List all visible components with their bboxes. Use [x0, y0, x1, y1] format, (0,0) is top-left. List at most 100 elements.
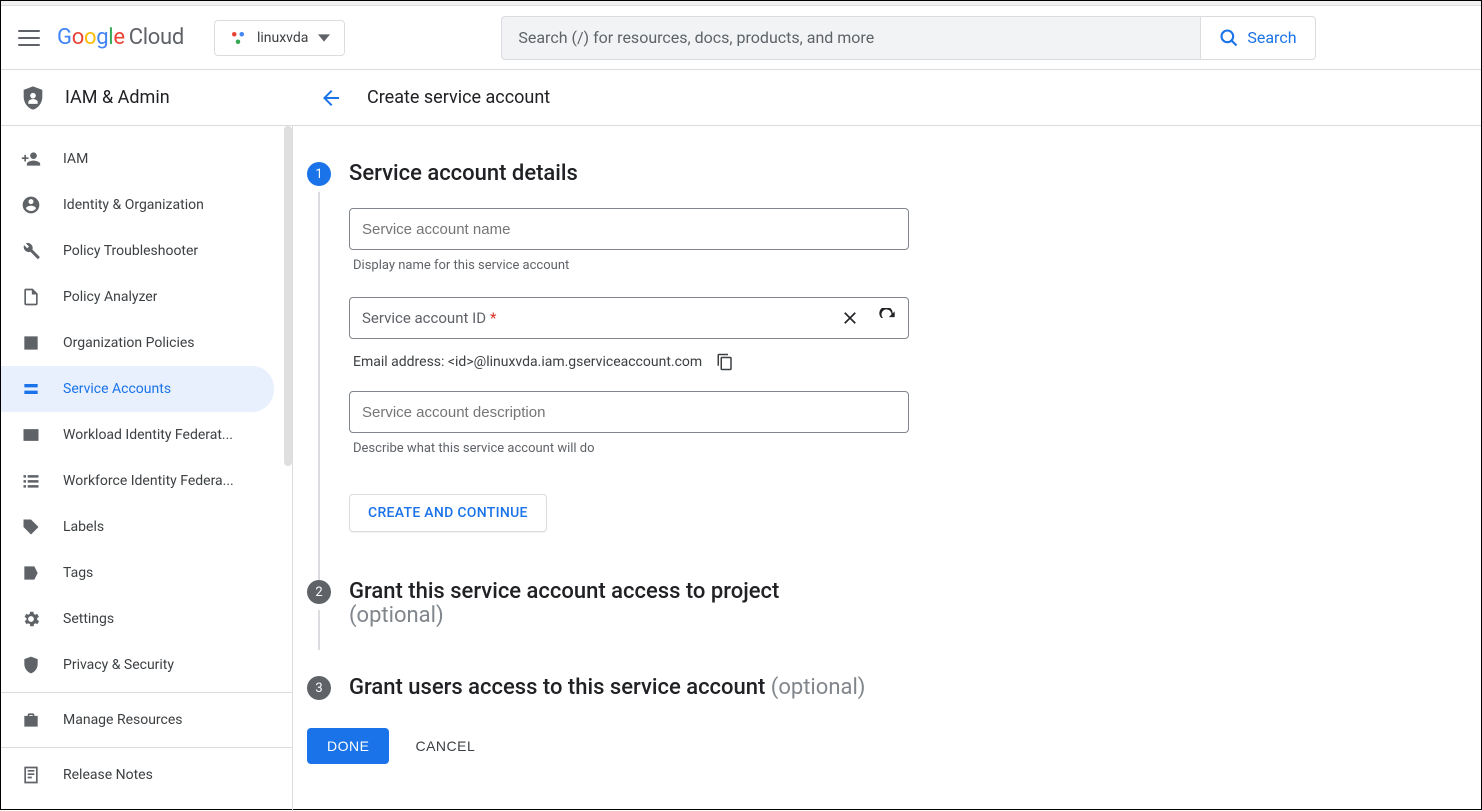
sidebar-item-policy-analyzer[interactable]: Policy Analyzer	[1, 274, 274, 320]
service-account-form: Display name for this service account Se…	[349, 208, 909, 532]
sidebar-item-policy-troubleshooter[interactable]: Policy Troubleshooter	[1, 228, 274, 274]
email-value: <id>@linuxvda.iam.gserviceaccount.com	[448, 354, 702, 370]
email-label: Email address:	[353, 354, 444, 370]
subheader: IAM & Admin Create service account	[1, 70, 1481, 126]
sidebar-item-label: Manage Resources	[63, 712, 183, 728]
search-button-label: Search	[1247, 28, 1296, 47]
done-button[interactable]: DONE	[307, 728, 389, 764]
step-2-title-text: Grant this service account access to pro…	[349, 579, 779, 604]
service-account-description-field[interactable]	[349, 391, 909, 433]
divider	[1, 747, 292, 748]
refresh-icon[interactable]	[878, 308, 898, 328]
sidebar-item-label: Service Accounts	[63, 381, 171, 397]
hamburger-menu-icon[interactable]	[17, 26, 41, 50]
scrollbar[interactable]	[284, 126, 292, 466]
search-button[interactable]: Search	[1201, 16, 1315, 60]
sidebar-item-org-policies[interactable]: Organization Policies	[1, 320, 274, 366]
search-input-box[interactable]: Search (/) for resources, docs, products…	[501, 16, 1201, 60]
service-account-id-field[interactable]: Service account ID*	[349, 297, 909, 339]
sidebar-item-manage-resources[interactable]: Manage Resources	[1, 697, 274, 743]
name-helper-text: Display name for this service account	[353, 258, 905, 273]
section-header: IAM & Admin	[1, 70, 293, 125]
sidebar-item-workforce-identity[interactable]: Workforce Identity Federa...	[1, 458, 274, 504]
step-3-title-text: Grant users access to this service accou…	[349, 675, 765, 700]
person-add-icon	[21, 149, 41, 169]
step-badge-2: 2	[307, 580, 331, 604]
sidebar-list: IAM Identity & Organization Policy Troub…	[1, 126, 292, 798]
service-account-name-field[interactable]	[349, 208, 909, 250]
sidebar-item-settings[interactable]: Settings	[1, 596, 274, 642]
sidebar-item-label: Privacy & Security	[63, 657, 174, 673]
sidebar-item-labels[interactable]: Labels	[1, 504, 274, 550]
sidebar-item-label: Identity & Organization	[63, 197, 204, 213]
page-header: Create service account	[293, 70, 1481, 125]
search-container: Search (/) for resources, docs, products…	[501, 16, 1315, 60]
notes-icon	[21, 765, 41, 785]
sidebar-item-service-accounts[interactable]: Service Accounts	[1, 366, 274, 412]
tag-icon	[21, 517, 41, 537]
sidebar-item-privacy-security[interactable]: Privacy & Security	[1, 642, 274, 688]
sidebar-item-label: Settings	[63, 611, 114, 627]
email-address-row: Email address: <id>@linuxvda.iam.gservic…	[353, 353, 905, 371]
google-cloud-logo[interactable]: Google Cloud	[57, 25, 184, 50]
step-1-title: Service account details	[349, 162, 578, 186]
sidebar-item-label: IAM	[63, 151, 88, 167]
header-bar: Google Cloud linuxvda Search (/) for res…	[1, 6, 1481, 70]
sidebar-item-release-notes[interactable]: Release Notes	[1, 752, 274, 798]
sidebar-item-label: Policy Troubleshooter	[63, 243, 198, 259]
account-circle-icon	[21, 195, 41, 215]
sidebar: IAM Identity & Organization Policy Troub…	[1, 126, 293, 811]
step-2-title: Grant this service account access to pro…	[349, 580, 779, 628]
project-dots-icon	[229, 29, 247, 47]
copy-icon[interactable]	[716, 353, 734, 371]
search-icon	[1219, 28, 1239, 48]
sidebar-item-label: Workforce Identity Federa...	[63, 473, 234, 489]
sidebar-item-tags[interactable]: Tags	[1, 550, 274, 596]
sidebar-item-label: Policy Analyzer	[63, 289, 157, 305]
sidebar-item-label: Workload Identity Federat...	[63, 427, 233, 443]
service-account-name-input[interactable]	[362, 221, 896, 238]
clear-icon[interactable]	[840, 308, 860, 328]
sidebar-item-workload-identity[interactable]: Workload Identity Federat...	[1, 412, 274, 458]
page-title: Create service account	[367, 87, 550, 108]
divider	[1, 692, 292, 693]
search-placeholder-text: Search (/) for resources, docs, products…	[518, 28, 874, 47]
service-account-description-input[interactable]	[362, 404, 896, 421]
document-icon	[21, 333, 41, 353]
action-row: DONE CANCEL	[307, 728, 1481, 764]
shield-icon	[21, 655, 41, 675]
sidebar-item-label: Tags	[63, 565, 93, 581]
sidebar-item-label: Organization Policies	[63, 335, 195, 351]
logo-cloud-text: Cloud	[129, 25, 184, 50]
main-content: 1 Service account details Display name f…	[293, 126, 1481, 811]
caret-down-icon	[318, 32, 330, 44]
sidebar-item-label: Labels	[63, 519, 104, 535]
required-asterisk: *	[490, 309, 496, 327]
card-icon	[21, 425, 41, 445]
create-and-continue-button[interactable]: CREATE AND CONTINUE	[349, 494, 547, 532]
sidebar-item-iam[interactable]: IAM	[1, 136, 274, 182]
step-3-title: Grant users access to this service accou…	[349, 676, 865, 700]
step-connector	[318, 192, 320, 582]
step-2[interactable]: 2 Grant this service account access to p…	[293, 580, 1481, 628]
desc-helper-text: Describe what this service account will …	[353, 441, 905, 456]
bookmark-icon	[21, 563, 41, 583]
project-name: linuxvda	[257, 30, 308, 46]
wrench-icon	[21, 241, 41, 261]
back-arrow-icon[interactable]	[319, 86, 343, 110]
shield-person-icon	[19, 84, 47, 112]
sidebar-item-identity-org[interactable]: Identity & Organization	[1, 182, 274, 228]
section-title: IAM & Admin	[65, 87, 170, 108]
optional-label: (optional)	[771, 675, 866, 700]
optional-label: (optional)	[349, 603, 444, 628]
step-3[interactable]: 3 Grant users access to this service acc…	[293, 676, 1481, 700]
step-badge-3: 3	[307, 676, 331, 700]
sidebar-item-label: Release Notes	[63, 767, 153, 783]
body: IAM Identity & Organization Policy Troub…	[1, 126, 1481, 811]
cancel-button[interactable]: CANCEL	[415, 738, 475, 754]
gear-icon	[21, 609, 41, 629]
project-picker[interactable]: linuxvda	[214, 20, 345, 56]
list-icon	[21, 471, 41, 491]
service-account-icon	[21, 379, 41, 399]
step-badge-1: 1	[307, 162, 331, 186]
